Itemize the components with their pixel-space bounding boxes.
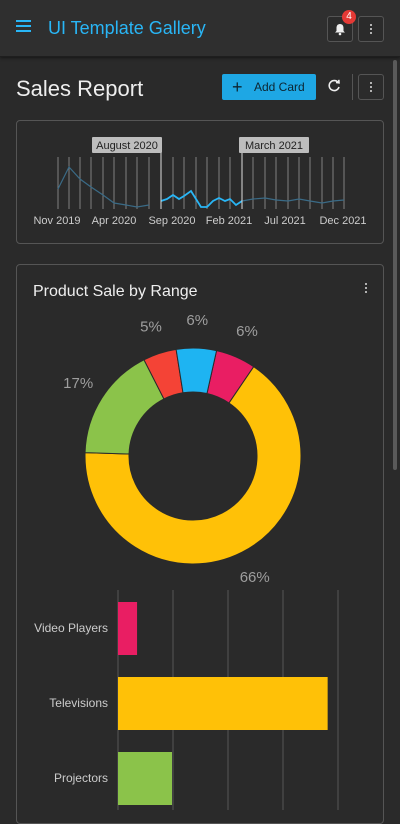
range-end-tooltip-text: March 2021 xyxy=(245,140,303,152)
page-more-button[interactable] xyxy=(358,74,384,100)
toolbar-divider xyxy=(352,74,353,100)
bar-category-label: Televisions xyxy=(49,696,108,710)
refresh-icon[interactable] xyxy=(326,78,342,94)
bar-0 xyxy=(118,602,138,655)
add-card-label: Add Card xyxy=(254,80,305,94)
range-navigator-chart[interactable]: August 2020 March 2021 Nov 2019 Apr 2020 Sep… xyxy=(17,121,383,243)
page-title: Sales Report xyxy=(16,76,144,101)
navigator-tick-label: Feb 2021 xyxy=(206,215,252,227)
donut-slice-label: 5% xyxy=(140,319,162,336)
add-card-button[interactable]: + Add Card xyxy=(222,74,316,100)
bar-category-label: Video Players xyxy=(34,621,108,635)
donut-slice-label: 66% xyxy=(240,569,270,586)
range-start-tooltip-text: August 2020 xyxy=(96,140,158,152)
bar-1 xyxy=(118,677,328,730)
app-title: UI Template Gallery xyxy=(48,18,206,38)
navigator-series-dim xyxy=(241,197,345,204)
app-header: UI Template Gallery 4 xyxy=(0,0,400,57)
navigator-tick-label: Nov 2019 xyxy=(33,215,80,227)
navigator-series-dim xyxy=(57,165,150,208)
donut-slice-label: 6% xyxy=(236,323,258,340)
range-navigator-card: August 2020 March 2021 Nov 2019 Apr 2020 Sep… xyxy=(16,120,384,244)
card-more-button[interactable] xyxy=(365,283,367,293)
donut-slice-label: 6% xyxy=(186,315,208,329)
navigator-tick-label: Jul 2021 xyxy=(264,215,306,227)
more-vertical-icon xyxy=(370,82,372,92)
bar-category-label: Projectors xyxy=(54,771,108,785)
donut-slice-label: 17% xyxy=(63,375,93,392)
page-scrollbar[interactable] xyxy=(393,60,397,470)
navigator-tick-label: Dec 2021 xyxy=(319,215,366,227)
product-sale-card: Product Sale by Range 6% 66% 17% 5% 6% Video… xyxy=(16,264,384,824)
menu-icon[interactable] xyxy=(16,20,31,34)
bar-2 xyxy=(118,752,172,805)
more-vertical-icon xyxy=(365,283,367,293)
navigator-tick-label: Apr 2020 xyxy=(92,215,137,227)
card-title: Product Sale by Range xyxy=(33,283,198,300)
notifications-button[interactable]: 4 xyxy=(327,10,356,42)
more-vertical-icon xyxy=(370,24,372,34)
header-more-button[interactable] xyxy=(358,16,384,42)
navigator-tick-label: Sep 2020 xyxy=(148,215,195,227)
range-end-tooltip: March 2021 xyxy=(239,137,309,153)
donut-chart: 6% 66% 17% 5% 6% xyxy=(63,315,302,586)
bell-icon xyxy=(335,23,345,35)
plus-icon: + xyxy=(232,76,243,97)
horizontal-bar-chart: Video Players Televisions Projectors xyxy=(34,590,339,810)
notification-count-badge: 4 xyxy=(342,10,356,24)
range-start-tooltip: August 2020 xyxy=(92,137,162,153)
